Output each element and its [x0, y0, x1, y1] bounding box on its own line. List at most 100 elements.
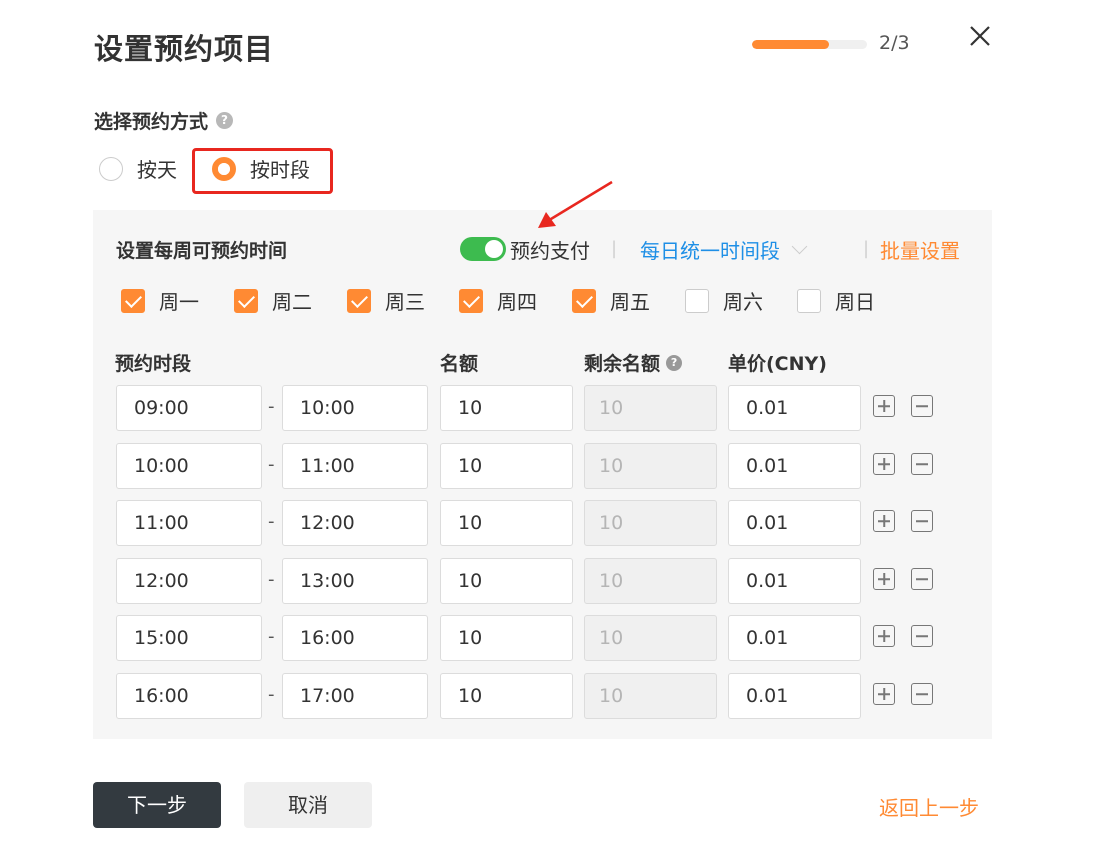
- daily-slot-label: 每日统一时间段: [640, 239, 780, 263]
- quota-input[interactable]: 10: [440, 673, 573, 719]
- dialog-title: 设置预约项目: [94, 32, 275, 66]
- weekday-checkbox[interactable]: [234, 288, 258, 313]
- batch-settings-link[interactable]: 批量设置: [880, 235, 960, 264]
- weekday-option[interactable]: 周日: [797, 286, 875, 315]
- header-remaining: 剩余名额 ?: [584, 349, 683, 376]
- weekday-option[interactable]: 周二: [234, 286, 312, 315]
- weekday-label: 周五: [610, 290, 650, 314]
- minus-icon[interactable]: [911, 453, 933, 475]
- plus-icon[interactable]: [873, 453, 895, 475]
- slot-end-input[interactable]: 12:00: [282, 500, 428, 546]
- price-input[interactable]: 0.01: [728, 558, 861, 604]
- progress-bar: [752, 40, 867, 49]
- close-icon[interactable]: [966, 22, 994, 50]
- plus-icon[interactable]: [873, 510, 895, 532]
- slot-start-input[interactable]: 16:00: [116, 673, 262, 719]
- weekday-label: 周四: [497, 290, 537, 314]
- slot-start-input[interactable]: 10:00: [116, 443, 262, 489]
- progress-fill: [752, 40, 829, 49]
- price-input[interactable]: 0.01: [728, 673, 861, 719]
- slot-dash: -: [268, 454, 275, 475]
- weekday-checkbox[interactable]: [347, 288, 371, 313]
- daily-slot-dropdown[interactable]: 每日统一时间段: [640, 235, 808, 264]
- slot-start-input[interactable]: 09:00: [116, 385, 262, 431]
- slot-end-input[interactable]: 17:00: [282, 673, 428, 719]
- weekday-label: 周二: [272, 290, 312, 314]
- slot-dash: -: [268, 511, 275, 532]
- slot-dash: -: [268, 684, 275, 705]
- quota-input[interactable]: 10: [440, 500, 573, 546]
- progress-text: 2/3: [879, 32, 910, 54]
- weekday-checkbox[interactable]: [459, 288, 483, 313]
- remaining-quota-field: 10: [584, 615, 717, 661]
- header-price: 单价(CNY): [728, 353, 827, 375]
- slot-end-input[interactable]: 10:00: [282, 385, 428, 431]
- plus-icon[interactable]: [873, 625, 895, 647]
- price-input[interactable]: 0.01: [728, 385, 861, 431]
- payment-toggle-label: 预约支付: [510, 239, 590, 263]
- remaining-quota-field: 10: [584, 443, 717, 489]
- remaining-quota-field: 10: [584, 558, 717, 604]
- minus-icon[interactable]: [911, 510, 933, 532]
- weekday-option[interactable]: 周五: [572, 286, 650, 315]
- slot-start-input[interactable]: 15:00: [116, 615, 262, 661]
- remaining-quota-field: 10: [584, 673, 717, 719]
- payment-toggle[interactable]: [460, 237, 506, 261]
- quota-input[interactable]: 10: [440, 615, 573, 661]
- price-input[interactable]: 0.01: [728, 500, 861, 546]
- cancel-button[interactable]: 取消: [244, 782, 372, 828]
- header-quota: 名额: [440, 353, 479, 375]
- header-slot: 预约时段: [115, 353, 192, 375]
- help-icon[interactable]: ?: [216, 112, 234, 129]
- weekday-checkbox[interactable]: [797, 288, 821, 313]
- weekday-option[interactable]: 周一: [121, 286, 199, 315]
- quota-input[interactable]: 10: [440, 443, 573, 489]
- header-remaining-label: 剩余名额: [584, 353, 661, 375]
- slot-dash: -: [268, 626, 275, 647]
- weekday-label: 周六: [723, 290, 763, 314]
- slot-end-input[interactable]: 16:00: [282, 615, 428, 661]
- quota-input[interactable]: 10: [440, 558, 573, 604]
- minus-icon[interactable]: [911, 568, 933, 590]
- annotation-highlight-box: [192, 148, 333, 194]
- annotation-arrow: [538, 180, 613, 228]
- minus-icon[interactable]: [911, 625, 933, 647]
- radio-by-day[interactable]: 按天: [99, 154, 177, 183]
- weekday-option[interactable]: 周六: [685, 286, 763, 315]
- method-label-text: 选择预约方式: [94, 111, 209, 133]
- weekday-option[interactable]: 周四: [459, 286, 537, 315]
- weekday-checkbox[interactable]: [572, 288, 596, 313]
- weekday-label: 周日: [835, 290, 875, 314]
- weekday-label: 周一: [159, 290, 199, 314]
- weekday-checkbox[interactable]: [121, 288, 145, 313]
- slot-dash: -: [268, 396, 275, 417]
- remaining-quota-field: 10: [584, 500, 717, 546]
- quota-input[interactable]: 10: [440, 385, 573, 431]
- separator: |: [863, 238, 870, 259]
- next-button[interactable]: 下一步: [93, 782, 221, 828]
- separator: |: [611, 238, 618, 259]
- radio-button[interactable]: [99, 156, 123, 181]
- radio-label: 按天: [137, 158, 177, 182]
- slot-dash: -: [268, 569, 275, 590]
- minus-icon[interactable]: [911, 683, 933, 705]
- weekday-label: 周三: [385, 290, 425, 314]
- plus-icon[interactable]: [873, 683, 895, 705]
- weekday-option[interactable]: 周三: [347, 286, 425, 315]
- help-icon[interactable]: ?: [666, 354, 683, 371]
- slot-start-input[interactable]: 11:00: [116, 500, 262, 546]
- plus-icon[interactable]: [873, 568, 895, 590]
- price-input[interactable]: 0.01: [728, 615, 861, 661]
- plus-icon[interactable]: [873, 395, 895, 417]
- price-input[interactable]: 0.01: [728, 443, 861, 489]
- chevron-down-icon: [791, 238, 808, 255]
- slot-start-input[interactable]: 12:00: [116, 558, 262, 604]
- method-label: 选择预约方式 ?: [94, 107, 234, 134]
- weekly-title: 设置每周可预约时间: [116, 240, 288, 262]
- weekday-checkbox[interactable]: [685, 288, 709, 313]
- slot-end-input[interactable]: 11:00: [282, 443, 428, 489]
- minus-icon[interactable]: [911, 395, 933, 417]
- back-link[interactable]: 返回上一步: [879, 792, 979, 821]
- slot-end-input[interactable]: 13:00: [282, 558, 428, 604]
- remaining-quota-field: 10: [584, 385, 717, 431]
